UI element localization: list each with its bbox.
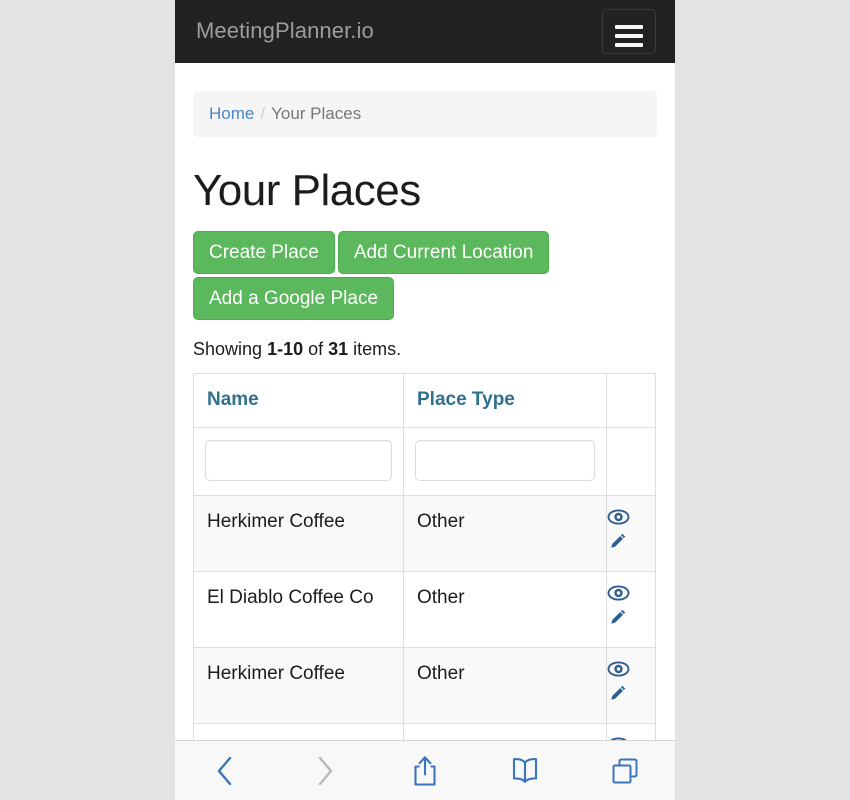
cell-place-type: Other [403, 647, 607, 724]
add-current-location-button[interactable]: Add Current Location [337, 231, 550, 274]
filter-cell-name [193, 427, 404, 496]
filter-input-name[interactable] [205, 440, 392, 481]
summary-suffix: items. [348, 339, 402, 359]
phone-viewport: MeetingPlanner.io Home / Your Places Your … [175, 0, 675, 800]
filter-input-place-type[interactable] [415, 440, 595, 481]
cell-place-type: Other [403, 571, 607, 648]
cell-actions [606, 571, 656, 648]
cell-name: El Diablo Coffee Co [193, 571, 404, 648]
hamburger-bar [615, 34, 643, 38]
back-chevron-icon[interactable] [175, 754, 275, 788]
summary-prefix: Showing [193, 339, 268, 359]
table-row[interactable]: El Diablo Coffee Co Other [193, 571, 656, 648]
eye-icon[interactable] [607, 585, 655, 601]
page-content: Home / Your Places Your Places Create Plac… [175, 91, 675, 800]
summary-range: 1-10 [267, 339, 304, 359]
table-head: Name Place Type [193, 373, 656, 428]
column-header-actions [606, 373, 656, 428]
summary-middle: of [303, 339, 329, 359]
create-place-button[interactable]: Create Place [193, 231, 335, 274]
cell-place-type: Other [403, 495, 607, 572]
filter-cell-actions [606, 427, 656, 496]
table-filter-row [193, 427, 656, 496]
summary-total: 31 [328, 339, 349, 359]
table-header-row: Name Place Type [193, 373, 656, 428]
tabs-icon[interactable] [575, 755, 675, 787]
page-title: Your Places [193, 166, 421, 215]
safari-bottom-toolbar [175, 740, 675, 800]
breadcrumb-separator: / [260, 104, 266, 123]
action-button-bar: Create Place Add Current LocationAdd a Go… [193, 231, 657, 323]
breadcrumb-item-home[interactable]: Home [209, 104, 254, 123]
navbar: MeetingPlanner.io [175, 0, 675, 63]
cell-actions [606, 495, 656, 572]
table-row[interactable]: Herkimer Coffee Other [193, 495, 656, 572]
pencil-icon[interactable] [607, 608, 655, 628]
add-google-place-button[interactable]: Add a Google Place [193, 277, 395, 320]
cell-name: Herkimer Coffee [193, 647, 404, 724]
cell-actions [606, 647, 656, 724]
breadcrumb-item-current: Your Places [271, 104, 362, 123]
bookmarks-icon[interactable] [475, 756, 575, 786]
column-header-place-type[interactable]: Place Type [403, 373, 607, 428]
pencil-icon[interactable] [607, 684, 655, 704]
hamburger-menu-icon[interactable] [602, 9, 656, 54]
column-header-name[interactable]: Name [193, 373, 404, 428]
places-table: Name Place Type Herkimer Coffee Other El… [193, 373, 656, 800]
breadcrumb: Home / Your Places [193, 91, 657, 137]
pencil-icon[interactable] [607, 532, 655, 552]
hamburger-bar [615, 43, 643, 47]
filter-cell-place-type [403, 427, 607, 496]
brand-title[interactable]: MeetingPlanner.io [196, 17, 374, 45]
share-icon[interactable] [375, 754, 475, 788]
hamburger-bar [615, 25, 643, 29]
eye-icon[interactable] [607, 509, 655, 525]
forward-chevron-icon [275, 754, 375, 788]
table-row[interactable]: Herkimer Coffee Other [193, 647, 656, 724]
cell-name: Herkimer Coffee [193, 495, 404, 572]
results-summary: Showing 1-10 of 31 items. [193, 337, 657, 361]
eye-icon[interactable] [607, 661, 655, 677]
